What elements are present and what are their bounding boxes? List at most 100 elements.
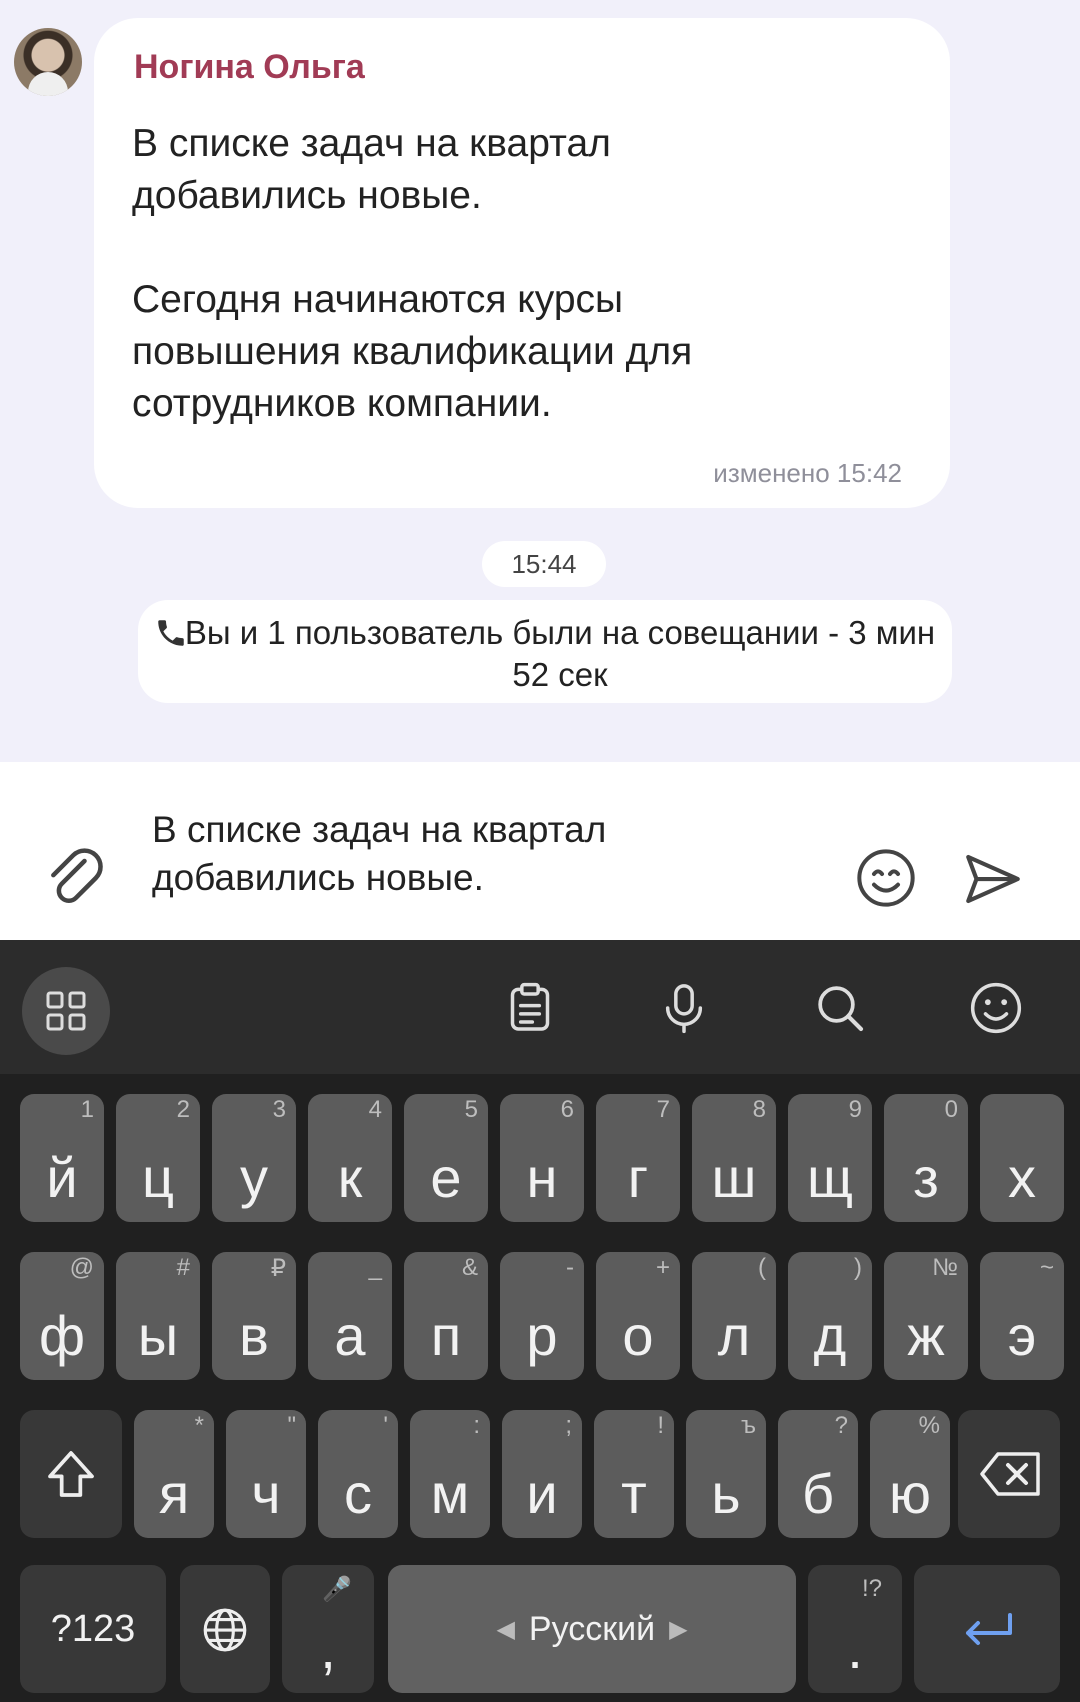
key-hint: ₽	[270, 1255, 286, 1282]
key-row1-8[interactable]: 9щ	[788, 1094, 872, 1222]
key-row2-6[interactable]: + о	[596, 1252, 680, 1380]
key-row3-7[interactable]: ? б	[778, 1410, 858, 1538]
message-sender[interactable]: Ногина Ольга	[134, 48, 365, 87]
key-hint: ъ	[741, 1412, 756, 1439]
key-hint: ?	[834, 1412, 848, 1439]
key-row2-3[interactable]: _ а	[308, 1252, 392, 1380]
key-row1-2[interactable]: 3у	[212, 1094, 296, 1222]
key-row2-1[interactable]: # ы	[116, 1252, 200, 1380]
key-label: о	[622, 1304, 654, 1367]
key-label: н	[526, 1146, 558, 1209]
key-hint: )	[854, 1254, 862, 1281]
message-bubble[interactable]: Ногина Ольга В списке задач на квартал д…	[94, 18, 950, 508]
comma-key[interactable]: 🎤 ,	[282, 1565, 374, 1693]
key-hint: ~	[1039, 1254, 1054, 1281]
clipboard-icon[interactable]	[502, 980, 558, 1036]
key-label: ф	[38, 1304, 86, 1367]
key-row2-10[interactable]: ~ э	[980, 1252, 1064, 1380]
space-label: Русский	[528, 1609, 656, 1648]
chat-area: Ногина Ольга В списке задач на квартал д…	[0, 0, 1080, 762]
backspace-key[interactable]	[958, 1410, 1060, 1538]
key-row1-9[interactable]: 0з	[884, 1094, 968, 1222]
key-label: ц	[141, 1146, 175, 1209]
globe-icon	[203, 1608, 247, 1652]
send-icon[interactable]	[960, 846, 1026, 912]
emoji-icon[interactable]	[968, 980, 1024, 1036]
mic-icon[interactable]	[656, 980, 712, 1036]
key-row1-3[interactable]: 4к	[308, 1094, 392, 1222]
key-row3-8[interactable]: % ю	[870, 1410, 950, 1538]
key-label: я	[158, 1462, 190, 1525]
period-label: .	[847, 1617, 863, 1680]
key-hint: 4	[368, 1096, 382, 1123]
key-row3-6[interactable]: ъь	[686, 1410, 766, 1538]
key-row2-4[interactable]: & п	[404, 1252, 488, 1380]
enter-key[interactable]	[914, 1565, 1060, 1693]
avatar[interactable]	[14, 28, 82, 96]
symbols-key-label: ?123	[50, 1607, 136, 1650]
paperclip-icon[interactable]	[42, 844, 110, 912]
key-hint: 0	[944, 1096, 958, 1123]
message-input[interactable]: В списке задач на квартал добавились нов…	[152, 806, 772, 902]
key-label: з	[913, 1146, 939, 1209]
key-row3-0[interactable]: * я	[134, 1410, 214, 1538]
key-hint: 5	[464, 1096, 478, 1123]
key-label: ь	[711, 1462, 741, 1525]
key-row3-1[interactable]: " ч	[226, 1410, 306, 1538]
key-label: э	[1007, 1304, 1037, 1367]
chevron-right-icon: ▶	[669, 1615, 688, 1643]
chevron-left-icon: ◀	[496, 1615, 515, 1643]
key-row2-8[interactable]: ) д	[788, 1252, 872, 1380]
period-key[interactable]: !? .	[808, 1565, 902, 1693]
key-hint: 3	[272, 1096, 286, 1123]
key-hint: ;	[565, 1412, 572, 1439]
key-row2-5[interactable]: -р	[500, 1252, 584, 1380]
key-row2-7[interactable]: (л	[692, 1252, 776, 1380]
key-hint: '	[383, 1412, 388, 1439]
search-icon[interactable]	[812, 980, 868, 1036]
key-row1-7[interactable]: 8ш	[692, 1094, 776, 1222]
key-row2-9[interactable]: № ж	[884, 1252, 968, 1380]
key-label: ю	[889, 1462, 931, 1525]
key-row3-5[interactable]: ! т	[594, 1410, 674, 1538]
key-hint: 8	[752, 1096, 766, 1123]
key-row1-10[interactable]: х	[980, 1094, 1064, 1222]
symbols-key[interactable]: ?123	[20, 1565, 166, 1693]
space-key[interactable]: ◀ Русский ▶	[388, 1565, 796, 1693]
key-row2-2[interactable]: ₽ в	[212, 1252, 296, 1380]
key-row1-0[interactable]: 1й	[20, 1094, 104, 1222]
key-row1-5[interactable]: 6н	[500, 1094, 584, 1222]
key-hint: *	[194, 1412, 204, 1439]
key-row3-2[interactable]: ' с	[318, 1410, 398, 1538]
key-hint: 9	[848, 1096, 862, 1123]
key-label: г	[627, 1146, 649, 1209]
key-hint: +	[655, 1254, 670, 1281]
emoji-icon[interactable]	[854, 846, 918, 910]
key-hint: &	[461, 1254, 478, 1281]
key-row1-4[interactable]: 5е	[404, 1094, 488, 1222]
key-hint: @	[69, 1254, 94, 1281]
language-key[interactable]	[180, 1565, 270, 1693]
key-row1-1[interactable]: 2ц	[116, 1094, 200, 1222]
key-label: ч	[251, 1462, 281, 1525]
key-label: ш	[711, 1146, 757, 1209]
key-row3-4[interactable]: ; и	[502, 1410, 582, 1538]
apps-grid-button[interactable]	[22, 967, 110, 1055]
key-label: а	[334, 1304, 366, 1367]
key-label: р	[526, 1304, 558, 1367]
shift-key[interactable]	[20, 1410, 122, 1538]
key-hint: #	[176, 1254, 190, 1281]
key-label: к	[337, 1146, 363, 1209]
key-label: б	[801, 1462, 835, 1525]
key-row1-6[interactable]: 7г	[596, 1094, 680, 1222]
period-hint: !?	[861, 1575, 882, 1602]
call-event-card[interactable]: Вы и 1 пользователь были на совещании - …	[138, 600, 952, 703]
comma-hint: 🎤	[322, 1576, 352, 1603]
apps-grid-icon	[46, 991, 86, 1031]
backspace-icon	[980, 1452, 1040, 1496]
key-hint: №	[932, 1254, 958, 1281]
key-row2-0[interactable]: @ ф	[20, 1252, 104, 1380]
keyboard-toolbar	[0, 940, 1080, 1074]
message-composer: В списке задач на квартал добавились нов…	[0, 762, 1080, 940]
key-row3-3[interactable]: :м	[410, 1410, 490, 1538]
